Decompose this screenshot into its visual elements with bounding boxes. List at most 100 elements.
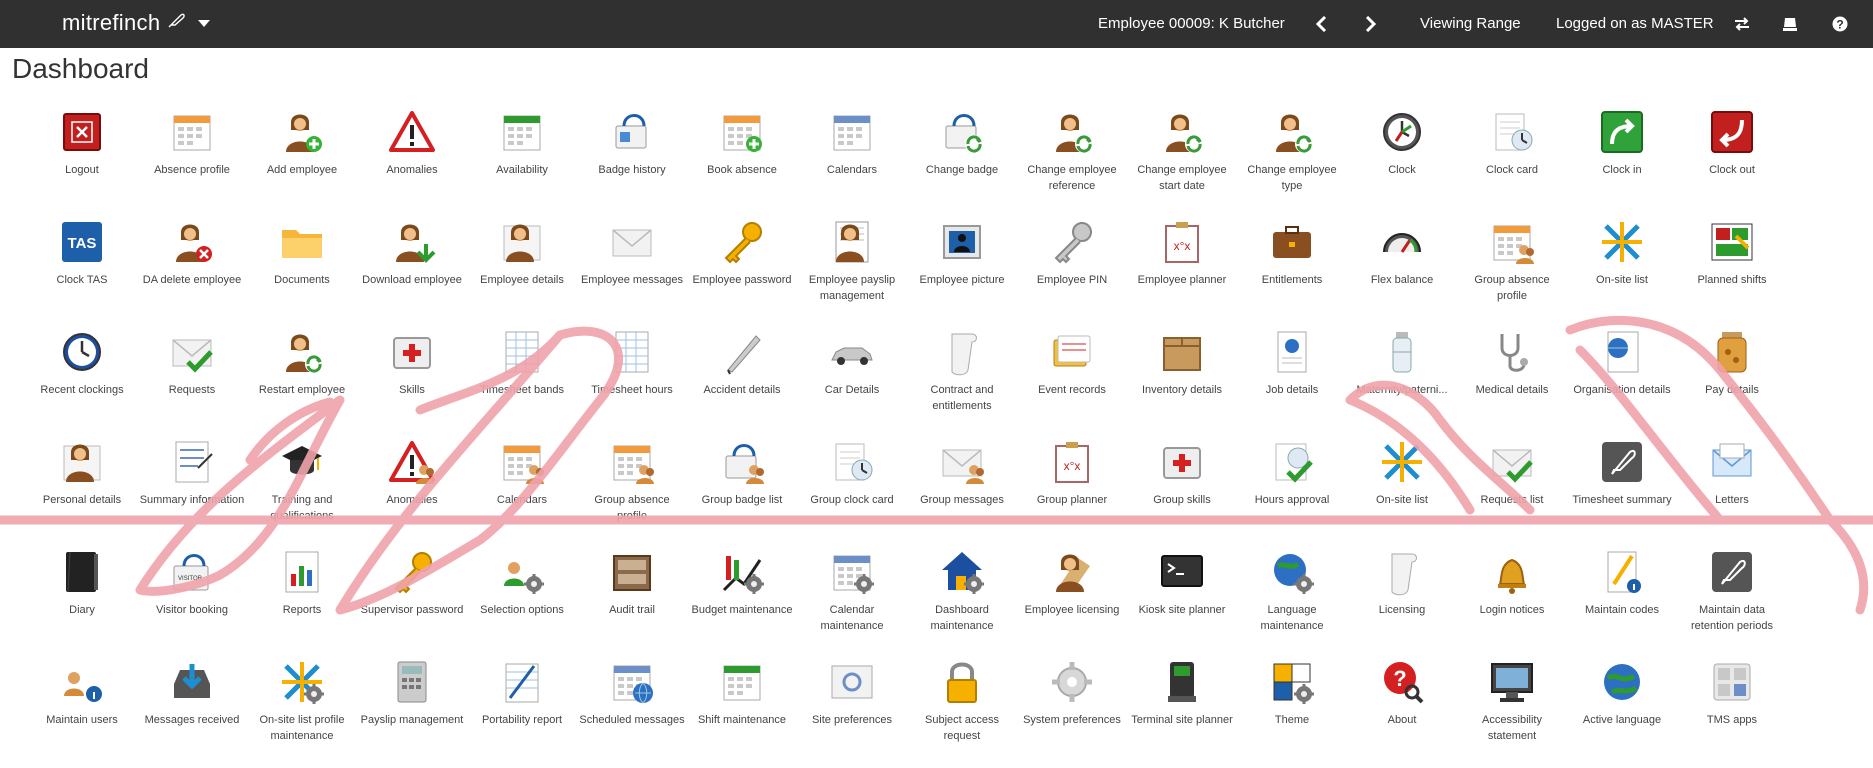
tile-employee-picture[interactable]: Employee picture bbox=[907, 218, 1017, 328]
tile-employee-details[interactable]: Employee details bbox=[467, 218, 577, 328]
tile-employee-password[interactable]: Employee password bbox=[687, 218, 797, 328]
tile-requests-list[interactable]: Requests list bbox=[1457, 438, 1567, 548]
tile-documents[interactable]: Documents bbox=[247, 218, 357, 328]
tile-calendars[interactable]: Calendars bbox=[467, 438, 577, 548]
tile-clock-tas[interactable]: TAS Clock TAS bbox=[27, 218, 137, 328]
tile-employee-planner[interactable]: x°x Employee planner bbox=[1127, 218, 1237, 328]
tile-skills[interactable]: Skills bbox=[357, 328, 467, 438]
tile-employee-payslip-management[interactable]: Employee payslip management bbox=[797, 218, 907, 328]
tile-change-employee-start-date[interactable]: Change employee start date bbox=[1127, 108, 1237, 218]
tile-planned-shifts[interactable]: Planned shifts bbox=[1677, 218, 1787, 328]
tile-group-clock-card[interactable]: Group clock card bbox=[797, 438, 907, 548]
tile-restart-employee[interactable]: Restart employee bbox=[247, 328, 357, 438]
tile-language-maintenance[interactable]: Language maintenance bbox=[1237, 548, 1347, 658]
tile-absence-profile[interactable]: Absence profile bbox=[137, 108, 247, 218]
tile-supervisor-password[interactable]: Supervisor password bbox=[357, 548, 467, 658]
tile-reports[interactable]: Reports bbox=[247, 548, 357, 658]
tile-kiosk-site-planner[interactable]: Kiosk site planner bbox=[1127, 548, 1237, 658]
previous-employee-icon[interactable] bbox=[1309, 12, 1333, 36]
tile-portability-report[interactable]: Portability report bbox=[467, 658, 577, 768]
tile-budget-maintenance[interactable]: Budget maintenance bbox=[687, 548, 797, 658]
tile-da-delete-employee[interactable]: DA delete employee bbox=[137, 218, 247, 328]
tile-summary-information[interactable]: Summary information bbox=[137, 438, 247, 548]
logged-on-user[interactable]: Logged on as MASTER bbox=[1556, 15, 1714, 32]
tile-change-badge[interactable]: Change badge bbox=[907, 108, 1017, 218]
tile-group-absence-profile[interactable]: Group absence profile bbox=[577, 438, 687, 548]
tile-timesheet-hours[interactable]: Timesheet hours bbox=[577, 328, 687, 438]
tile-download-employee[interactable]: Download employee bbox=[357, 218, 467, 328]
tile-group-absence-profile[interactable]: Group absence profile bbox=[1457, 218, 1567, 328]
tile-maintain-data-retention-periods[interactable]: Maintain data retention periods bbox=[1677, 548, 1787, 658]
tile-flex-balance[interactable]: Flex balance bbox=[1347, 218, 1457, 328]
tile-calendar-maintenance[interactable]: Calendar maintenance bbox=[797, 548, 907, 658]
help-icon[interactable]: ? bbox=[1828, 12, 1852, 36]
tile-scheduled-messages[interactable]: Scheduled messages bbox=[577, 658, 687, 768]
tile-timesheet-bands[interactable]: Timesheet bands bbox=[467, 328, 577, 438]
tile-maintain-users[interactable]: Maintain users bbox=[27, 658, 137, 768]
tile-employee-messages[interactable]: Employee messages bbox=[577, 218, 687, 328]
tile-terminal-site-planner[interactable]: Terminal site planner bbox=[1127, 658, 1237, 768]
tile-inventory-details[interactable]: Inventory details bbox=[1127, 328, 1237, 438]
tile-group-badge-list[interactable]: Group badge list bbox=[687, 438, 797, 548]
tile-payslip-management[interactable]: Payslip management bbox=[357, 658, 467, 768]
tile-clock[interactable]: Clock bbox=[1347, 108, 1457, 218]
display-icon[interactable] bbox=[1778, 12, 1802, 36]
tile-group-skills[interactable]: Group skills bbox=[1127, 438, 1237, 548]
tile-book-absence[interactable]: Book absence bbox=[687, 108, 797, 218]
tile-dashboard-maintenance[interactable]: Dashboard maintenance bbox=[907, 548, 1017, 658]
tile-entitlements[interactable]: Entitlements bbox=[1237, 218, 1347, 328]
tile-tms-apps[interactable]: TMS apps bbox=[1677, 658, 1787, 768]
tile-diary[interactable]: Diary bbox=[27, 548, 137, 658]
tile-licensing[interactable]: Licensing bbox=[1347, 548, 1457, 658]
tile-visitor-booking[interactable]: VISITOR Visitor booking bbox=[137, 548, 247, 658]
tile-on-site-list-profile-maintenance[interactable]: On-site list profile maintenance bbox=[247, 658, 357, 768]
switch-arrows-icon[interactable] bbox=[1730, 12, 1754, 36]
tile-on-site-list[interactable]: On-site list bbox=[1567, 218, 1677, 328]
tile-subject-access-request[interactable]: Subject access request bbox=[907, 658, 1017, 768]
tile-event-records[interactable]: Event records bbox=[1017, 328, 1127, 438]
tile-hours-approval[interactable]: Hours approval bbox=[1237, 438, 1347, 548]
next-employee-icon[interactable] bbox=[1359, 12, 1383, 36]
tile-badge-history[interactable]: Badge history bbox=[577, 108, 687, 218]
tile-change-employee-reference[interactable]: Change employee reference bbox=[1017, 108, 1127, 218]
tile-system-preferences[interactable]: System preferences bbox=[1017, 658, 1127, 768]
tile-timesheet-summary[interactable]: Timesheet summary bbox=[1567, 438, 1677, 548]
tile-availability[interactable]: Availability bbox=[467, 108, 577, 218]
tile-requests[interactable]: Requests bbox=[137, 328, 247, 438]
tile-group-messages[interactable]: Group messages bbox=[907, 438, 1017, 548]
tile-pay-details[interactable]: Pay details bbox=[1677, 328, 1787, 438]
tile-clock-in[interactable]: Clock in bbox=[1567, 108, 1677, 218]
tile-personal-details[interactable]: Personal details bbox=[27, 438, 137, 548]
tile-calendars[interactable]: Calendars bbox=[797, 108, 907, 218]
tile-medical-details[interactable]: Medical details bbox=[1457, 328, 1567, 438]
tile-shift-maintenance[interactable]: Shift maintenance bbox=[687, 658, 797, 768]
tile-clock-card[interactable]: Clock card bbox=[1457, 108, 1567, 218]
tile-anomalies[interactable]: Anomalies bbox=[357, 438, 467, 548]
tile-logout[interactable]: Logout bbox=[27, 108, 137, 218]
tile-accident-details[interactable]: Accident details bbox=[687, 328, 797, 438]
tile-maintain-codes[interactable]: Maintain codes bbox=[1567, 548, 1677, 658]
tile-site-preferences[interactable]: Site preferences bbox=[797, 658, 907, 768]
tile-login-notices[interactable]: Login notices bbox=[1457, 548, 1567, 658]
tile-active-language[interactable]: Active language bbox=[1567, 658, 1677, 768]
viewing-range-link[interactable]: Viewing Range bbox=[1420, 15, 1521, 32]
brand-menu[interactable]: mitrefinch bbox=[62, 10, 211, 36]
tile-selection-options[interactable]: Selection options bbox=[467, 548, 577, 658]
tile-car-details[interactable]: Car Details bbox=[797, 328, 907, 438]
tile-group-planner[interactable]: x°x Group planner bbox=[1017, 438, 1127, 548]
tile-clock-out[interactable]: Clock out bbox=[1677, 108, 1787, 218]
tile-job-details[interactable]: Job details bbox=[1237, 328, 1347, 438]
tile-anomalies[interactable]: Anomalies bbox=[357, 108, 467, 218]
current-employee[interactable]: Employee 00009: K Butcher bbox=[1098, 15, 1285, 32]
tile-employee-pin[interactable]: Employee PIN bbox=[1017, 218, 1127, 328]
tile-audit-trail[interactable]: Audit trail bbox=[577, 548, 687, 658]
tile-theme[interactable]: Theme bbox=[1237, 658, 1347, 768]
tile-messages-received[interactable]: Messages received bbox=[137, 658, 247, 768]
tile-change-employee-type[interactable]: Change employee type bbox=[1237, 108, 1347, 218]
tile-organisation-details[interactable]: Organisation details bbox=[1567, 328, 1677, 438]
tile-maternity-paterni[interactable]: Maternity/paterni... bbox=[1347, 328, 1457, 438]
tile-letters[interactable]: Letters bbox=[1677, 438, 1787, 548]
tile-recent-clockings[interactable]: Recent clockings bbox=[27, 328, 137, 438]
tile-add-employee[interactable]: Add employee bbox=[247, 108, 357, 218]
tile-on-site-list[interactable]: On-site list bbox=[1347, 438, 1457, 548]
